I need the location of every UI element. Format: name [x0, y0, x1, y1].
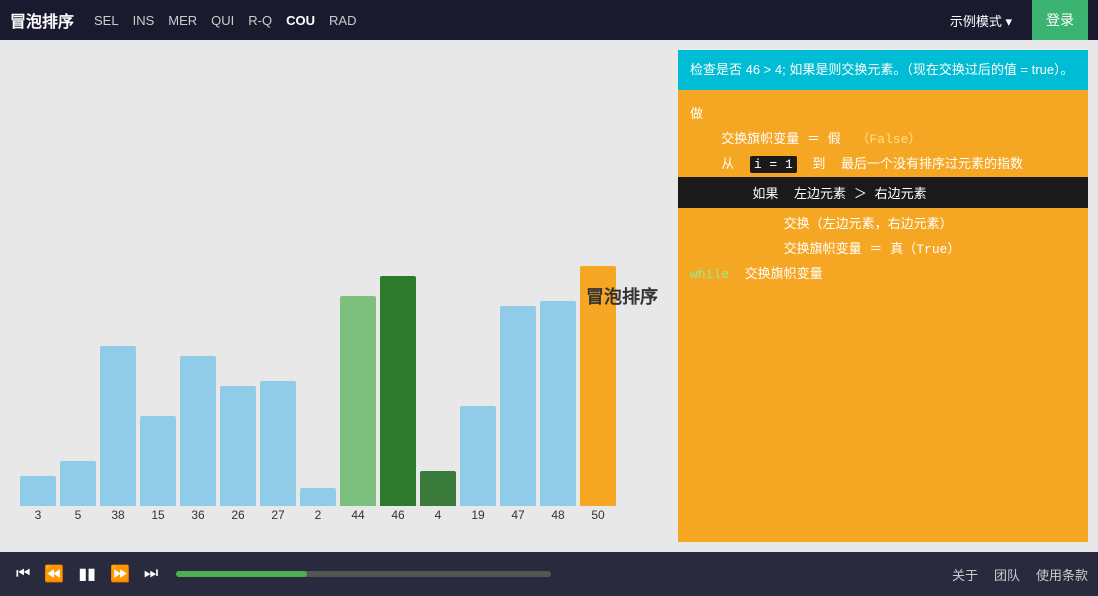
chart-bar — [60, 461, 96, 506]
example-mode-btn[interactable]: 示例模式 ▾ — [950, 11, 1012, 30]
nav-rq[interactable]: R-Q — [248, 13, 272, 28]
nav-mer[interactable]: MER — [168, 13, 197, 28]
bar-value-label: 38 — [111, 508, 124, 522]
bar-value-label: 47 — [511, 508, 524, 522]
bar-value-label: 2 — [315, 508, 322, 522]
step-forward-button[interactable]: ⏩ — [104, 560, 136, 588]
bar-group: 48 — [540, 301, 576, 522]
bar-group: 3 — [20, 476, 56, 522]
chart-bar — [340, 296, 376, 506]
main-content: 3 5 38 15 36 26 27 2 44 46 4 19 47 48 50 冒泡排序 检查是否 46 … — [0, 40, 1098, 552]
chart-bar — [220, 386, 256, 506]
bar-value-label: 48 — [551, 508, 564, 522]
bar-group: 47 — [500, 306, 536, 522]
terms-link[interactable]: 使用条款 — [1036, 565, 1088, 584]
bar-value-label: 36 — [191, 508, 204, 522]
chart-bar — [540, 301, 576, 506]
skip-forward-button[interactable]: ⏭ — [138, 561, 164, 587]
nav-qui[interactable]: QUI — [211, 13, 234, 28]
bar-group: 27 — [260, 381, 296, 522]
code-body: 做 交换旗帜变量 ＝ 假 （False） 从 i = 1 到 最后一个没有排序过… — [678, 90, 1088, 543]
nav-cou[interactable]: COU — [286, 13, 315, 28]
code-line-swap: 交换（左边元素，右边元素） — [678, 210, 1088, 235]
chart-title: 冒泡排序 — [586, 283, 658, 309]
code-line-do: 做 — [678, 100, 1088, 125]
bar-group: 19 — [460, 406, 496, 522]
progress-fill — [176, 571, 307, 577]
code-line-2: 从 i = 1 到 最后一个没有排序过元素的指数 — [678, 150, 1088, 175]
nav-rad[interactable]: RAD — [329, 13, 356, 28]
bar-group: 5 — [60, 461, 96, 522]
pause-button[interactable]: ▮▮ — [72, 560, 102, 588]
bar-value-label: 19 — [471, 508, 484, 522]
app-title: 冒泡排序 — [10, 8, 74, 32]
chart-area: 3 5 38 15 36 26 27 2 44 46 4 19 47 48 50 冒泡排序 — [0, 40, 678, 552]
chart-bar — [300, 488, 336, 506]
footer: ⏮ ⏪ ▮▮ ⏩ ⏭ 关于 团队 使用条款 — [0, 552, 1098, 596]
code-line-if: 如果 左边元素 ＞ 右边元素 — [678, 177, 1088, 208]
chart-bar — [460, 406, 496, 506]
code-highlight: 检查是否 46 > 4; 如果是则交换元素。（现在交换过后的值 = true）。 — [678, 50, 1088, 90]
bar-group: 38 — [100, 346, 136, 522]
chart-bar — [420, 471, 456, 506]
header: 冒泡排序 SEL INS MER QUI R-Q COU RAD 示例模式 ▾ … — [0, 0, 1098, 40]
chart-bar — [140, 416, 176, 506]
nav-ins[interactable]: INS — [133, 13, 155, 28]
code-box: 检查是否 46 > 4; 如果是则交换元素。（现在交换过后的值 = true）。… — [678, 50, 1088, 542]
step-back-button[interactable]: ⏪ — [38, 560, 70, 588]
bar-group: 26 — [220, 386, 256, 522]
about-link[interactable]: 关于 — [952, 565, 978, 584]
chart-bar — [180, 356, 216, 506]
team-link[interactable]: 团队 — [994, 565, 1020, 584]
bar-chart: 3 5 38 15 36 26 27 2 44 46 4 19 47 48 50 — [20, 50, 658, 552]
code-panel: 检查是否 46 > 4; 如果是则交换元素。（现在交换过后的值 = true）。… — [678, 40, 1098, 552]
code-line-while: while 交换旗帜变量 — [678, 260, 1088, 285]
bar-value-label: 26 — [231, 508, 244, 522]
skip-back-button[interactable]: ⏮ — [10, 561, 36, 587]
bar-value-label: 4 — [435, 508, 442, 522]
bar-group: 4 — [420, 471, 456, 522]
code-line-flag-true: 交换旗帜变量 ＝ 真（True） — [678, 235, 1088, 260]
bar-group: 2 — [300, 488, 336, 522]
bar-value-label: 46 — [391, 508, 404, 522]
chart-bar — [100, 346, 136, 506]
bar-value-label: 5 — [75, 508, 82, 522]
bar-group: 44 — [340, 296, 376, 522]
bar-value-label: 27 — [271, 508, 284, 522]
bar-value-label: 15 — [151, 508, 164, 522]
nav-sel[interactable]: SEL — [94, 13, 119, 28]
bar-value-label: 3 — [35, 508, 42, 522]
chart-bar — [20, 476, 56, 506]
login-button[interactable]: 登录 — [1032, 0, 1088, 40]
bar-value-label: 50 — [591, 508, 604, 522]
bar-group: 36 — [180, 356, 216, 522]
bar-value-label: 44 — [351, 508, 364, 522]
code-line-1: 交换旗帜变量 ＝ 假 （False） — [678, 125, 1088, 150]
progress-bar[interactable] — [176, 571, 551, 577]
bar-group: 46 — [380, 276, 416, 522]
bar-group: 15 — [140, 416, 176, 522]
chart-bar — [500, 306, 536, 506]
chart-bar — [380, 276, 416, 506]
chart-bar — [260, 381, 296, 506]
